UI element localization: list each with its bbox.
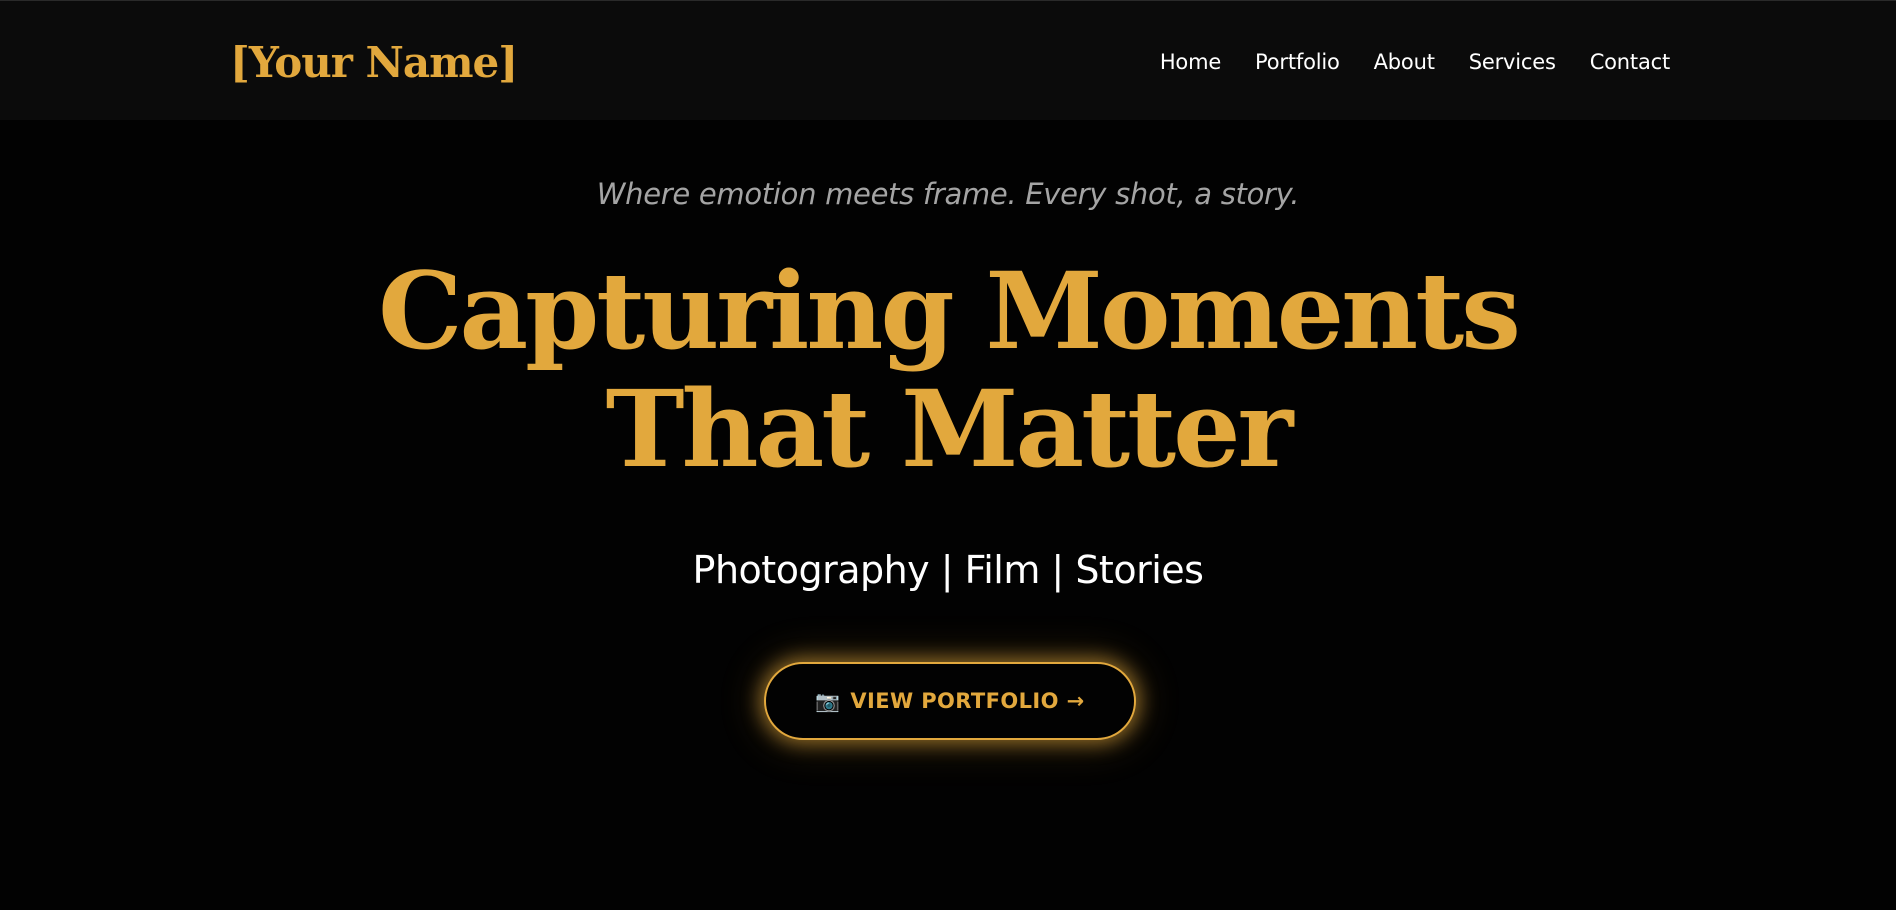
nav-link-about[interactable]: About	[1374, 47, 1435, 77]
nav-link-portfolio[interactable]: Portfolio	[1255, 47, 1340, 77]
hero-section: Where emotion meets frame. Every shot, a…	[0, 120, 1896, 910]
hero-headline: Capturing Moments That Matter	[0, 252, 1896, 488]
nav-link-contact[interactable]: Contact	[1590, 47, 1671, 77]
hero-tagline: Where emotion meets frame. Every shot, a…	[596, 177, 1300, 211]
hero-subtitle: Photography | Film | Stories	[692, 548, 1204, 592]
nav-link-home[interactable]: Home	[1160, 47, 1221, 77]
main-nav: Home Portfolio About Services Contact	[1160, 47, 1670, 77]
view-portfolio-button[interactable]: 📷 VIEW PORTFOLIO →	[764, 662, 1136, 740]
brand-logo[interactable]: [Your Name]	[230, 33, 518, 93]
navbar: [Your Name] Home Portfolio About Service…	[0, 1, 1896, 120]
hero-headline-line-1: Capturing Moments	[378, 248, 1521, 373]
view-portfolio-label: VIEW PORTFOLIO →	[850, 689, 1085, 713]
nav-link-services[interactable]: Services	[1469, 47, 1556, 77]
hero-headline-line-2: That Matter	[605, 366, 1294, 491]
camera-icon: 📷	[815, 689, 841, 713]
